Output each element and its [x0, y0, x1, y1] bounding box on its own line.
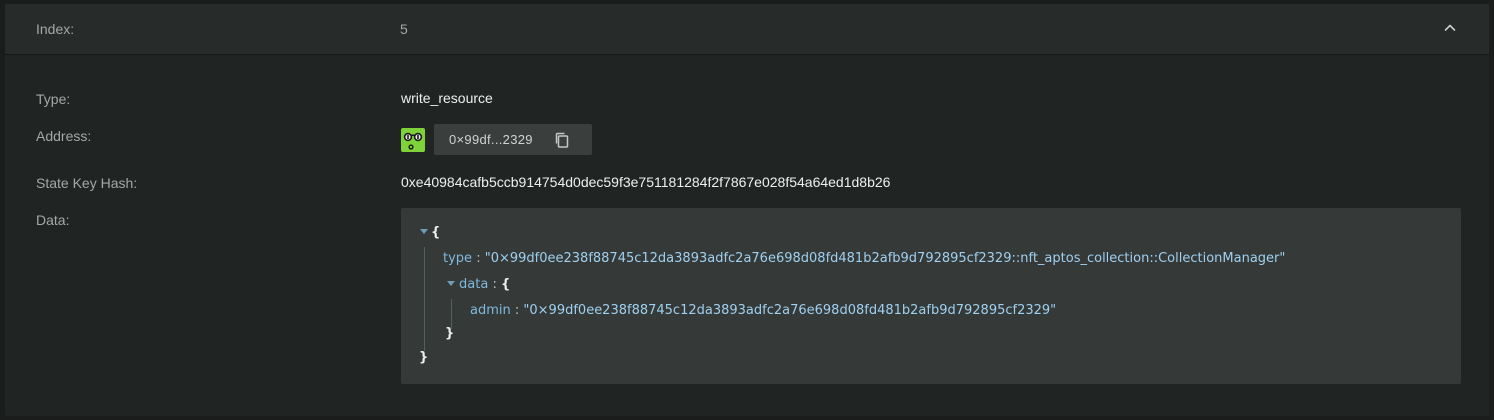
json-root-open: { — [431, 225, 441, 240]
json-type-value[interactable]: "0×99df0ee238f88745c12da3893adfc2a76e698… — [485, 251, 1286, 266]
json-colon: : — [492, 277, 497, 292]
type-value: write_resource — [401, 90, 493, 106]
json-type-line: type : "0×99df0ee238f88745c12da3893adfc2… — [443, 251, 1285, 266]
json-data-key: data — [459, 277, 489, 292]
json-viewer: { type : "0×99df0ee238f88745c12da3893adf… — [401, 208, 1461, 384]
index-label: Index: — [36, 21, 75, 37]
json-colon: : — [476, 251, 481, 266]
address-short: 0×99df...2329 — [449, 132, 533, 147]
event-panel: Index: 5 Type: write_resource Address: 0… — [5, 4, 1489, 416]
chevron-up-icon[interactable] — [1442, 20, 1458, 36]
json-root-guide — [424, 247, 425, 351]
json-data-close: } — [445, 326, 455, 341]
json-root-close: } — [419, 350, 429, 365]
json-admin-key: admin — [470, 303, 511, 318]
collapse-root-toggle[interactable] — [420, 229, 428, 234]
identicon-avatar — [401, 128, 425, 152]
state-key-hash-value: 0xe40984cafb5ccb914754d0dec59f3e75118128… — [401, 174, 891, 190]
collapse-data-toggle[interactable] — [447, 281, 455, 286]
type-label: Type: — [36, 91, 71, 107]
state-key-hash-label: State Key Hash: — [36, 175, 138, 191]
json-admin-line: admin : "0×99df0ee238f88745c12da3893adfc… — [470, 303, 1056, 318]
json-data-line: data : { — [459, 277, 510, 292]
address-copy-button[interactable]: 0×99df...2329 — [434, 124, 592, 155]
json-type-key: type — [443, 251, 473, 266]
json-data-open: { — [500, 277, 511, 292]
json-admin-value[interactable]: "0×99df0ee238f88745c12da3893adfc2a76e698… — [523, 303, 1056, 318]
json-data-guide — [451, 299, 452, 329]
address-label: Address: — [36, 128, 92, 144]
copy-icon[interactable] — [553, 131, 571, 149]
data-label: Data: — [36, 212, 70, 228]
index-value: 5 — [400, 21, 408, 37]
index-header[interactable]: Index: 5 — [5, 4, 1489, 55]
json-colon: : — [514, 303, 520, 318]
